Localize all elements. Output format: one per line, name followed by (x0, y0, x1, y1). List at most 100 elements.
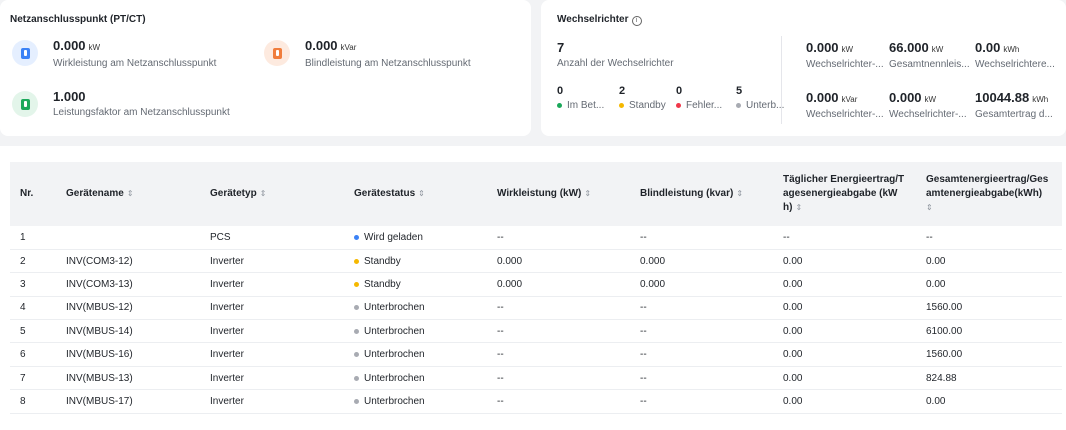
stat-unit: kW (841, 45, 854, 54)
cell-total-energy: -- (916, 226, 1062, 250)
sort-icon[interactable]: ⇕ (795, 203, 802, 212)
header-total-energy[interactable]: Gesamtenergieertrag/Gesamtenergieabgabe(… (916, 162, 1062, 226)
cell-device-name: INV(MBUS-14) (56, 319, 200, 344)
status-indicator: Unterbrochen (354, 349, 477, 360)
header-label: Gerätetyp (210, 188, 257, 199)
status-dot (354, 234, 359, 240)
cell-active-power: 0.000 (487, 249, 630, 274)
cell-total-energy: 824.88 (916, 366, 1062, 391)
stat-label: Wechselrichtere... (975, 59, 1055, 70)
status-text: Standby (364, 255, 401, 267)
sort-icon[interactable]: ⇕ (127, 189, 134, 198)
header-label: Nr. (20, 188, 34, 199)
cell-total-energy: 1560.00 (916, 342, 1062, 367)
status-disconnected[interactable]: Unterb... (736, 100, 784, 111)
stat-label: Wechselrichter-... (889, 109, 967, 120)
cell-status: Wird geladen (344, 226, 487, 250)
cell-nr: 5 (10, 319, 56, 344)
header-active-power[interactable]: Wirkleistung (kW) ⇕ (487, 162, 630, 226)
cell-nr: 1 (10, 226, 56, 250)
cell-total-energy: 0.00 (916, 249, 1062, 274)
stat-total-yield: 10044.88 kWh Gesamtertrag d... (975, 90, 1060, 120)
cell-active-power: -- (487, 389, 630, 414)
cell-device-name: INV(MBUS-13) (56, 366, 200, 391)
sort-icon[interactable]: ⇕ (926, 203, 933, 212)
cell-nr: 4 (10, 296, 56, 321)
stat-unit: kWh (1032, 95, 1049, 104)
stat-inverter-power: 0.000 kW Wechselrichter-... (889, 90, 971, 120)
status-dot (736, 103, 741, 108)
cell-device-name: INV(COM3-13) (56, 272, 200, 297)
stat-label: Wechselrichter-... (806, 109, 884, 120)
table-row[interactable]: 8 INV(MBUS-17) Inverter Unterbrochen -- -- 0.0… (10, 389, 1062, 414)
stat-unit: kWh (1003, 45, 1020, 54)
table-row[interactable]: 2 INV(COM3-12) Inverter Standby 0.000 0.000 0.… (10, 249, 1062, 274)
cell-device-type: Inverter (200, 366, 344, 391)
stat-inverter-reactive-power: 0.000 kVar Wechselrichter-... (806, 90, 884, 120)
header-daily-energy[interactable]: Täglicher Energieertrag/Tagesenergieabga… (773, 162, 916, 226)
header-reactive-power[interactable]: Blindleistung (kvar) ⇕ (630, 162, 773, 226)
cell-daily-energy: 0.00 (773, 342, 916, 367)
cell-device-type: Inverter (200, 319, 344, 344)
cell-reactive-power: -- (630, 319, 773, 344)
header-device-status[interactable]: Gerätestatus ⇕ (344, 162, 487, 226)
cell-active-power: 0.000 (487, 272, 630, 297)
status-fault[interactable]: Fehler... (676, 100, 722, 111)
table-row[interactable]: 5 INV(MBUS-14) Inverter Unterbrochen -- -- 0.0… (10, 319, 1062, 344)
header-device-type[interactable]: Gerätetyp ⇕ (200, 162, 344, 226)
status-running[interactable]: Im Bet... (557, 100, 604, 111)
stat-unit: kW (931, 45, 944, 54)
cell-device-name (56, 226, 200, 250)
cell-device-name: INV(MBUS-12) (56, 296, 200, 321)
active-power-unit: kW (88, 43, 101, 52)
cell-device-name: INV(COM3-12) (56, 249, 200, 274)
cell-device-name: INV(MBUS-16) (56, 342, 200, 367)
sort-icon[interactable]: ⇕ (260, 189, 267, 198)
sort-icon[interactable]: ⇕ (584, 189, 591, 198)
status-standby[interactable]: Standby (619, 100, 666, 111)
status-label: Fehler... (686, 100, 723, 111)
table-row[interactable]: 6 INV(MBUS-16) Inverter Unterbrochen -- -- 0.0… (10, 342, 1062, 367)
cell-daily-energy: 0.00 (773, 296, 916, 321)
header-device-name[interactable]: Gerätename ⇕ (56, 162, 200, 226)
cell-active-power: -- (487, 296, 630, 321)
status-dot (354, 398, 359, 404)
inverter-count: 7 (557, 40, 565, 55)
inverter-title-text: Wechselrichter (557, 14, 629, 25)
header-label: Gerätestatus (354, 188, 416, 199)
table-row[interactable]: 3 INV(COM3-13) Inverter Standby 0.000 0.000 0.… (10, 272, 1062, 297)
meter-icon (12, 40, 38, 66)
cell-total-energy: 0.00 (916, 389, 1062, 414)
cell-device-type: Inverter (200, 249, 344, 274)
cell-status: Unterbrochen (344, 342, 487, 367)
status-text: Unterbrochen (364, 302, 425, 314)
cell-device-type: Inverter (200, 342, 344, 367)
cell-reactive-power: -- (630, 226, 773, 250)
sort-icon[interactable]: ⇕ (418, 189, 425, 198)
stat-unit: kVar (841, 95, 858, 104)
cell-device-type: Inverter (200, 389, 344, 414)
table-row[interactable]: 7 INV(MBUS-13) Inverter Unterbrochen -- -- 0.0… (10, 366, 1062, 391)
cell-device-type: Inverter (200, 296, 344, 321)
cell-status: Standby (344, 249, 487, 274)
stat-unit: kW (924, 95, 937, 104)
cell-active-power: -- (487, 366, 630, 391)
cell-reactive-power: -- (630, 389, 773, 414)
cell-device-type: Inverter (200, 272, 344, 297)
info-icon[interactable]: i (631, 16, 642, 26)
cell-daily-energy: 0.00 (773, 319, 916, 344)
status-indicator: Unterbrochen (354, 326, 477, 337)
cell-daily-energy: 0.00 (773, 366, 916, 391)
cell-total-energy: 0.00 (916, 272, 1062, 297)
stat-value: 0.000 (889, 90, 922, 105)
table-row[interactable]: 1 PCS Wird geladen -- -- -- -- (10, 226, 1062, 250)
status-text: Unterbrochen (364, 372, 425, 384)
cell-reactive-power: -- (630, 342, 773, 367)
status-dot (354, 328, 359, 334)
cell-device-name: INV(MBUS-17) (56, 389, 200, 414)
table-row[interactable]: 4 INV(MBUS-12) Inverter Unterbrochen -- -- 0.0… (10, 296, 1062, 321)
cell-active-power: -- (487, 226, 630, 250)
cell-status: Unterbrochen (344, 296, 487, 321)
sort-icon[interactable]: ⇕ (736, 189, 743, 198)
status-count-disconnected: 5 (736, 85, 743, 97)
